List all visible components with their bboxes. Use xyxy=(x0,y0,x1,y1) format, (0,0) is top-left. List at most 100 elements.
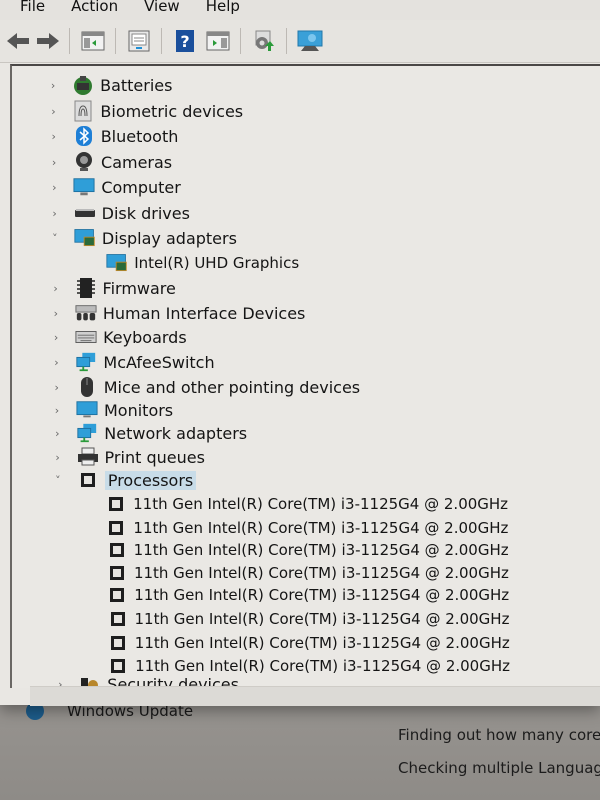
svg-text:?: ? xyxy=(180,32,189,51)
processor-icon xyxy=(105,518,127,538)
expand-chevron-icon[interactable]: › xyxy=(52,404,62,417)
firmware-chip-icon xyxy=(75,278,97,298)
tree-item-label: 11th Gen Intel(R) Core(TM) i3-1125G4 @ 2… xyxy=(133,495,509,513)
tree-item-label: Network adapters xyxy=(104,423,248,443)
tree-item-label: Display adapters xyxy=(101,228,237,248)
tree-category-bluetooth[interactable]: › Bluetooth xyxy=(49,125,178,147)
help-button[interactable]: ? xyxy=(171,27,199,55)
scan-hardware-changes-icon xyxy=(255,30,274,51)
tree-item-label: 11th Gen Intel(R) Core(TM) i3-1125G4 @ 2… xyxy=(134,610,510,628)
tree-device-item[interactable]: 11th Gen Intel(R) Core(TM) i3-1125G4 @ 2… xyxy=(107,632,510,654)
tree-item-label: Disk drives xyxy=(101,203,190,223)
collapse-chevron-icon[interactable]: ˅ xyxy=(53,474,63,487)
back-button[interactable] xyxy=(5,27,33,55)
show-action-pane-icon xyxy=(206,31,230,51)
processor-icon xyxy=(107,609,129,629)
tree-item-label: Firmware xyxy=(102,278,176,298)
processor-icon xyxy=(105,494,127,514)
monitor-button[interactable] xyxy=(296,27,324,55)
menu-bar: File Action View Help xyxy=(0,0,600,20)
tree-category-human-interface-devices[interactable]: › Human Interface Devices xyxy=(51,302,306,324)
disk-drive-icon xyxy=(74,203,96,223)
bluetooth-icon xyxy=(73,126,95,146)
tree-item-label: Biometric devices xyxy=(100,101,244,121)
tree-item-label: Processors xyxy=(104,470,197,490)
properties-button[interactable] xyxy=(125,27,153,55)
expand-chevron-icon[interactable]: › xyxy=(51,356,61,369)
tree-category-computer[interactable]: › Computer xyxy=(49,176,181,198)
tree-item-label: Batteries xyxy=(100,75,173,95)
status-bar xyxy=(30,686,600,706)
tree-category-batteries[interactable]: › Batteries xyxy=(48,74,172,96)
menu-view[interactable]: View xyxy=(144,0,180,14)
tree-item-label: 11th Gen Intel(R) Core(TM) i3-1125G4 @ 2… xyxy=(134,586,510,604)
tree-item-label: 11th Gen Intel(R) Core(TM) i3-1125G4 @ 2… xyxy=(133,541,509,559)
tree-category-mcafeeswitch[interactable]: › McAfeeSwitch xyxy=(51,351,214,373)
menu-file[interactable]: File xyxy=(20,0,45,14)
expand-chevron-icon[interactable]: › xyxy=(52,427,62,440)
expand-chevron-icon[interactable]: › xyxy=(49,130,59,143)
help-link-languages[interactable]: Checking multiple Languag xyxy=(398,759,600,777)
tree-category-mice-and-other-pointing-devices[interactable]: › Mice and other pointing devices xyxy=(52,376,360,398)
show-action-pane-button[interactable] xyxy=(204,27,232,55)
tree-device-item[interactable]: 11th Gen Intel(R) Core(TM) i3-1125G4 @ 2… xyxy=(106,584,509,606)
tree-category-biometric-devices[interactable]: › Biometric devices xyxy=(48,100,243,122)
help-link-cores[interactable]: Finding out how many core xyxy=(398,726,600,744)
scan-hardware-changes-button[interactable] xyxy=(250,27,278,55)
expand-chevron-icon[interactable]: › xyxy=(48,105,58,118)
expand-chevron-icon[interactable]: › xyxy=(49,156,59,169)
display-adapter-icon xyxy=(106,253,128,273)
tree-device-item[interactable]: 11th Gen Intel(R) Core(TM) i3-1125G4 @ 2… xyxy=(105,517,508,539)
toolbar-separator xyxy=(115,28,116,54)
tree-item-label: Keyboards xyxy=(103,327,187,347)
tree-category-processors[interactable]: ˅ Processors xyxy=(53,469,197,491)
expand-chevron-icon[interactable]: › xyxy=(48,79,58,92)
processor-icon xyxy=(106,563,128,583)
help-icon: ? xyxy=(176,30,194,52)
tree-device-item[interactable]: Intel(R) UHD Graphics xyxy=(106,252,299,274)
camera-icon xyxy=(73,152,95,172)
tree-category-disk-drives[interactable]: › Disk drives xyxy=(50,202,190,224)
tree-item-label: Computer xyxy=(101,177,181,197)
show-hide-console-tree-icon xyxy=(81,31,105,51)
toolbar-separator xyxy=(240,28,241,54)
tree-category-keyboards[interactable]: › Keyboards xyxy=(51,326,187,348)
keyboard-icon xyxy=(75,327,97,347)
hid-icon xyxy=(75,303,97,323)
battery-icon xyxy=(72,75,94,95)
expand-chevron-icon[interactable]: › xyxy=(49,181,59,194)
tree-item-label: 11th Gen Intel(R) Core(TM) i3-1125G4 @ 2… xyxy=(134,634,510,652)
expand-chevron-icon[interactable]: › xyxy=(50,207,60,220)
tree-device-item[interactable]: 11th Gen Intel(R) Core(TM) i3-1125G4 @ 2… xyxy=(107,608,510,630)
tree-item-label: Human Interface Devices xyxy=(102,303,306,323)
collapse-chevron-icon[interactable]: ˅ xyxy=(50,232,60,245)
tree-device-item[interactable]: 11th Gen Intel(R) Core(TM) i3-1125G4 @ 2… xyxy=(105,493,508,515)
monitor-icon xyxy=(297,30,323,51)
tree-category-cameras[interactable]: › Cameras xyxy=(49,151,172,173)
expand-chevron-icon[interactable]: › xyxy=(51,331,61,344)
tree-item-label: 11th Gen Intel(R) Core(TM) i3-1125G4 @ 2… xyxy=(133,519,509,537)
network-adapter-icon xyxy=(76,423,98,443)
expand-chevron-icon[interactable]: › xyxy=(52,381,62,394)
fingerprint-icon xyxy=(72,100,94,122)
tree-category-firmware[interactable]: › Firmware xyxy=(51,277,176,299)
device-manager-window: File Action View Help ? › Batteries › Bi… xyxy=(0,0,600,706)
tree-category-display-adapters[interactable]: ˅ Display adapters xyxy=(50,227,237,249)
tree-item-label: Intel(R) UHD Graphics xyxy=(134,254,300,272)
expand-chevron-icon[interactable]: › xyxy=(53,451,63,464)
monitor-icon xyxy=(76,400,98,420)
menu-action[interactable]: Action xyxy=(71,0,118,14)
tree-category-print-queues[interactable]: › Print queues xyxy=(53,446,205,468)
expand-chevron-icon[interactable]: › xyxy=(51,282,61,295)
tree-device-item[interactable]: 11th Gen Intel(R) Core(TM) i3-1125G4 @ 2… xyxy=(106,539,509,561)
forward-arrow-icon xyxy=(37,33,59,49)
forward-button[interactable] xyxy=(33,27,61,55)
toolbar-separator xyxy=(69,28,70,54)
expand-chevron-icon[interactable]: › xyxy=(51,307,61,320)
tree-category-monitors[interactable]: › Monitors xyxy=(52,399,173,421)
tree-device-item[interactable]: 11th Gen Intel(R) Core(TM) i3-1125G4 @ 2… xyxy=(106,562,509,584)
tree-category-network-adapters[interactable]: › Network adapters xyxy=(52,422,247,444)
tree-item-label: Mice and other pointing devices xyxy=(103,377,361,397)
menu-help[interactable]: Help xyxy=(206,0,240,14)
show-hide-console-tree-button[interactable] xyxy=(79,27,107,55)
